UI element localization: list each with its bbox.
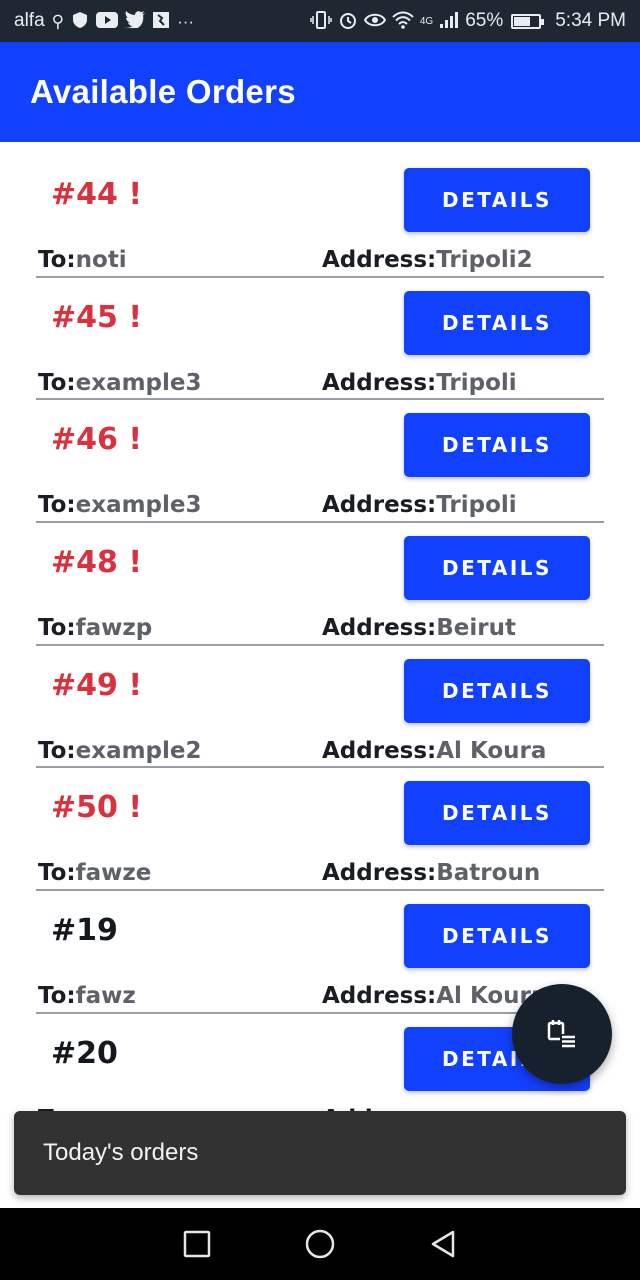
recipient-value: example3: [75, 369, 202, 396]
order-address: Address:Tripoli: [322, 492, 517, 518]
details-button[interactable]: DETAILS: [404, 168, 590, 232]
snackbar-text: Today's orders: [43, 1139, 199, 1166]
details-button[interactable]: DETAILS: [404, 413, 590, 478]
order-recipient: To:example2: [38, 738, 202, 764]
details-button[interactable]: DETAILS: [404, 658, 590, 723]
recipient-value: fawze: [75, 860, 152, 887]
home-circle-icon: [305, 1229, 335, 1259]
address-label: Address:: [322, 247, 437, 273]
recents-button[interactable]: [172, 1219, 222, 1269]
order-row: #19 DETAILS To:fawz Address:Al Koura: [36, 891, 604, 1014]
usb-icon: ⚲: [51, 11, 65, 31]
network-type: 4G: [419, 15, 434, 27]
orders-list: #44 ! DETAILS To:noti Address:Tripoli2 #45 !…: [36, 155, 604, 1137]
status-bar: alfa ⚲ ··· 4G 65% 5:34 PM: [0, 0, 640, 42]
shield-icon: [71, 11, 89, 32]
order-recipient: To:fawzp: [38, 615, 152, 641]
back-triangle-icon: [432, 1230, 455, 1258]
order-id: #19: [51, 913, 118, 949]
order-id: #45 !: [51, 299, 143, 335]
more-icon: ···: [177, 11, 195, 31]
page-title: Available Orders: [30, 73, 296, 110]
order-id: #46 !: [51, 422, 143, 458]
recents-square-icon: [183, 1230, 210, 1258]
order-address: Address:Al Koura: [322, 738, 546, 764]
battery-icon: [511, 13, 545, 29]
to-label: To:: [38, 369, 76, 396]
carrier-label: alfa: [14, 10, 45, 31]
recipient-value: example2: [75, 737, 202, 764]
order-row: #49 ! DETAILS To:example2 Address:Al Koura: [36, 646, 604, 769]
order-address: Address:Beirut: [322, 615, 516, 641]
order-row: #46 ! DETAILS To:example3 Address:Tripoli: [36, 400, 604, 524]
to-label: To:: [38, 615, 76, 642]
clock: 5:34 PM: [555, 10, 626, 31]
order-recipient: To:example3: [38, 492, 202, 518]
address-value: Batroun: [436, 860, 541, 887]
order-address: Address:Al Koura: [322, 983, 546, 1009]
address-value: Beirut: [436, 615, 516, 642]
order-recipient: To:fawz: [38, 983, 136, 1009]
order-recipient: To:example3: [38, 370, 202, 396]
signal-icon: [439, 11, 459, 32]
details-button[interactable]: DETAILS: [404, 290, 590, 355]
status-bar-right: 4G 65% 5:34 PM: [310, 10, 626, 33]
home-button[interactable]: [295, 1219, 345, 1269]
app-bar: Available Orders: [0, 42, 640, 142]
address-value: Tripoli2: [436, 247, 533, 273]
to-label: To:: [38, 860, 76, 887]
todays-orders-fab[interactable]: [512, 984, 612, 1084]
order-id: #49 !: [51, 667, 143, 703]
address-value: Tripoli: [436, 492, 517, 519]
recipient-value: noti: [75, 247, 127, 273]
to-label: To:: [38, 983, 76, 1010]
details-button[interactable]: DETAILS: [404, 536, 590, 601]
battery-percent: 65%: [465, 10, 504, 31]
keep-icon: [152, 11, 170, 32]
order-recipient: To:fawze: [38, 860, 151, 886]
address-label: Address:: [322, 492, 437, 519]
vibrate-icon: [310, 10, 332, 32]
navigation-bar: [0, 1208, 640, 1280]
order-id: #48 !: [51, 545, 143, 581]
order-row: #45 ! DETAILS To:example3 Address:Tripoli: [36, 278, 604, 401]
order-row: #44 ! DETAILS To:noti Address:Tripoli2: [36, 155, 604, 278]
address-label: Address:: [322, 369, 437, 396]
wifi-icon: [392, 11, 414, 32]
twitter-icon: [125, 11, 146, 31]
order-address: Address:Batroun: [322, 860, 540, 886]
recipient-value: example3: [75, 492, 202, 519]
order-id: #50 !: [51, 790, 143, 826]
order-row: #50 ! DETAILS To:fawze Address:Batroun: [36, 768, 604, 892]
eye-icon: [363, 12, 387, 31]
to-label: To:: [38, 247, 76, 273]
address-label: Address:: [322, 737, 437, 764]
status-bar-left: alfa ⚲ ···: [14, 10, 194, 32]
recipient-value: fawz: [75, 983, 136, 1010]
details-button[interactable]: DETAILS: [404, 904, 590, 969]
to-label: To:: [38, 492, 76, 519]
snackbar: Today's orders: [14, 1111, 626, 1195]
details-button[interactable]: DETAILS: [404, 781, 590, 846]
youtube-icon: [96, 11, 119, 31]
back-button[interactable]: [418, 1219, 468, 1269]
recipient-value: fawzp: [75, 615, 153, 642]
address-label: Address:: [322, 615, 437, 642]
order-recipient: To:noti: [38, 247, 127, 273]
address-value: Al Koura: [436, 737, 547, 764]
orders-calendar-icon: [547, 1020, 576, 1048]
address-value: Tripoli: [436, 369, 517, 396]
order-id: #44 !: [51, 177, 143, 212]
order-id: #20: [51, 1035, 118, 1071]
order-address: Address:Tripoli2: [322, 247, 533, 273]
address-label: Address:: [322, 860, 437, 887]
address-label: Address:: [322, 983, 437, 1010]
order-row: #48 ! DETAILS To:fawzp Address:Beirut: [36, 523, 604, 646]
to-label: To:: [38, 737, 76, 764]
alarm-icon: [338, 10, 358, 33]
order-address: Address:Tripoli: [322, 370, 517, 396]
